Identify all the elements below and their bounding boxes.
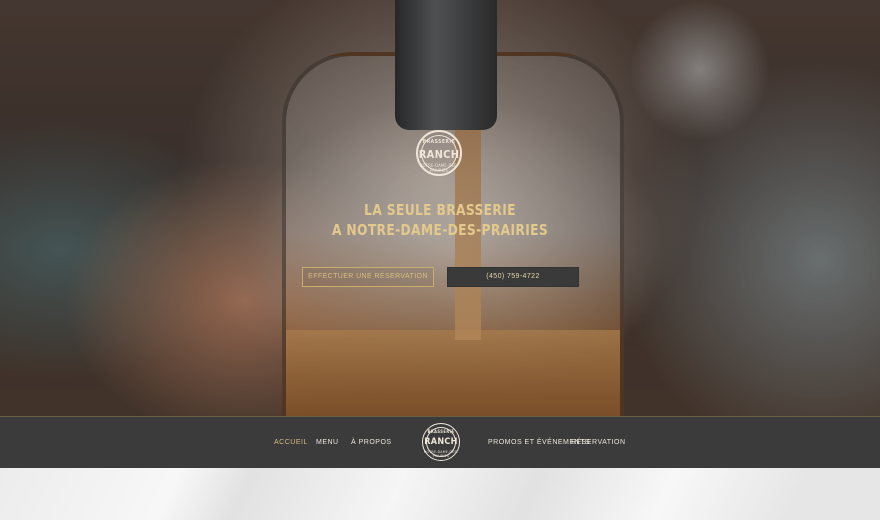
hero-logo[interactable]: BRASSERIE RANCH NOTRE-DAME-DES-PRAIRIES <box>416 130 462 176</box>
nav-logo[interactable]: BRASSERIE RANCH NOTRE-DAME-DES-PRAIRIES <box>422 423 460 461</box>
logo-top-text: BRASSERIE <box>422 139 456 145</box>
hero-tagline-line1: LA SEULE BRASSERIE <box>364 201 516 219</box>
nav-logo-top-text: BRASSERIE <box>427 429 455 434</box>
main-navigation: ACCUEIL MENU À PROPOS BRASSERIE RANCH NO… <box>0 416 880 468</box>
nav-item-menu[interactable]: MENU <box>316 439 339 446</box>
reservation-button[interactable]: EFFECTUER UNE RÉSERVATION <box>302 267 434 287</box>
nav-item-reservation[interactable]: RÉSERVATION <box>571 439 626 446</box>
nav-item-a-propos[interactable]: À PROPOS <box>351 439 392 446</box>
phone-button[interactable]: (450) 759-4722 <box>447 267 579 287</box>
hero-section: BRASSERIE RANCH NOTRE-DAME-DES-PRAIRIES … <box>0 0 880 416</box>
nav-logo-main-text: RANCH <box>424 437 458 447</box>
logo-main-text: RANCH <box>418 148 460 161</box>
logo-bottom-text: NOTRE-DAME-DES-PRAIRIES <box>419 163 459 173</box>
paper-texture-section <box>0 468 880 520</box>
nav-item-accueil[interactable]: ACCUEIL <box>274 439 308 446</box>
nav-logo-bottom-text: NOTRE-DAME-DES-PRAIRIES <box>423 450 459 458</box>
hero-tagline-line2: A NOTRE-DAME-DES-PRAIRIES <box>331 221 549 239</box>
